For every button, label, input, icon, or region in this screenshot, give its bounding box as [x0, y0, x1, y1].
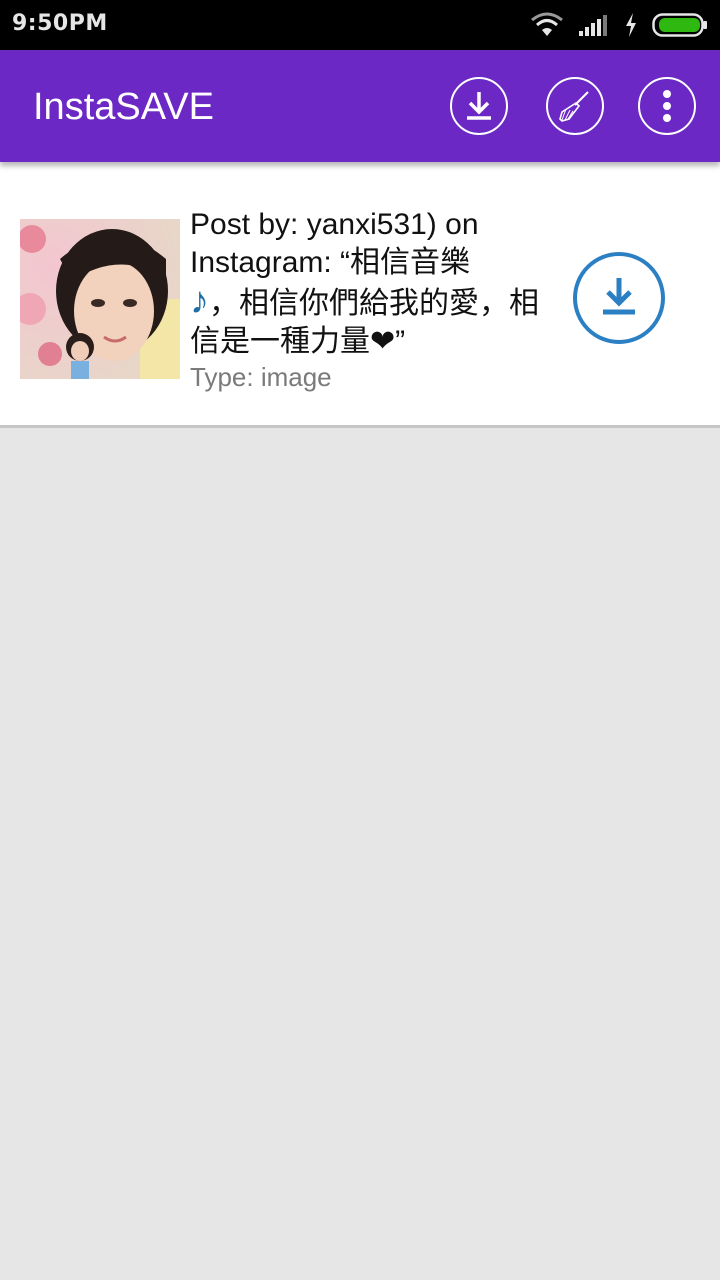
post-caption: Post by: yanxi531) on Instagram: “相信音樂 ♪…	[190, 206, 560, 361]
caption-text: Post by: yanxi531) on Instagram: “相信音樂	[190, 208, 479, 279]
wifi-icon	[530, 12, 564, 38]
clear-button[interactable]	[546, 77, 604, 135]
status-icons	[530, 10, 708, 40]
download-icon	[462, 89, 496, 123]
battery-icon	[652, 13, 708, 37]
status-bar: 9:50PM	[0, 0, 720, 50]
app-title: InstaSAVE	[33, 86, 214, 128]
status-time: 9:50PM	[12, 11, 108, 36]
post-thumbnail	[20, 219, 180, 379]
more-vert-icon	[661, 88, 673, 124]
music-note-icon: ♪	[190, 280, 209, 322]
download-button[interactable]	[450, 77, 508, 135]
caption-text-continued: ，相信你們給我的愛，相信是一種力量❤”	[190, 287, 539, 358]
charging-icon	[624, 13, 638, 37]
app-bar: InstaSAVE	[0, 50, 720, 162]
list-item[interactable]: Post by: yanxi531) on Instagram: “相信音樂 ♪…	[0, 162, 720, 428]
post-download-button[interactable]	[573, 252, 665, 344]
post-type-label: Type: image	[190, 362, 332, 392]
download-icon	[597, 274, 641, 322]
more-options-button[interactable]	[638, 77, 696, 135]
broom-icon	[557, 88, 593, 124]
post-list: Post by: yanxi531) on Instagram: “相信音樂 ♪…	[0, 162, 720, 428]
signal-icon	[578, 13, 610, 37]
